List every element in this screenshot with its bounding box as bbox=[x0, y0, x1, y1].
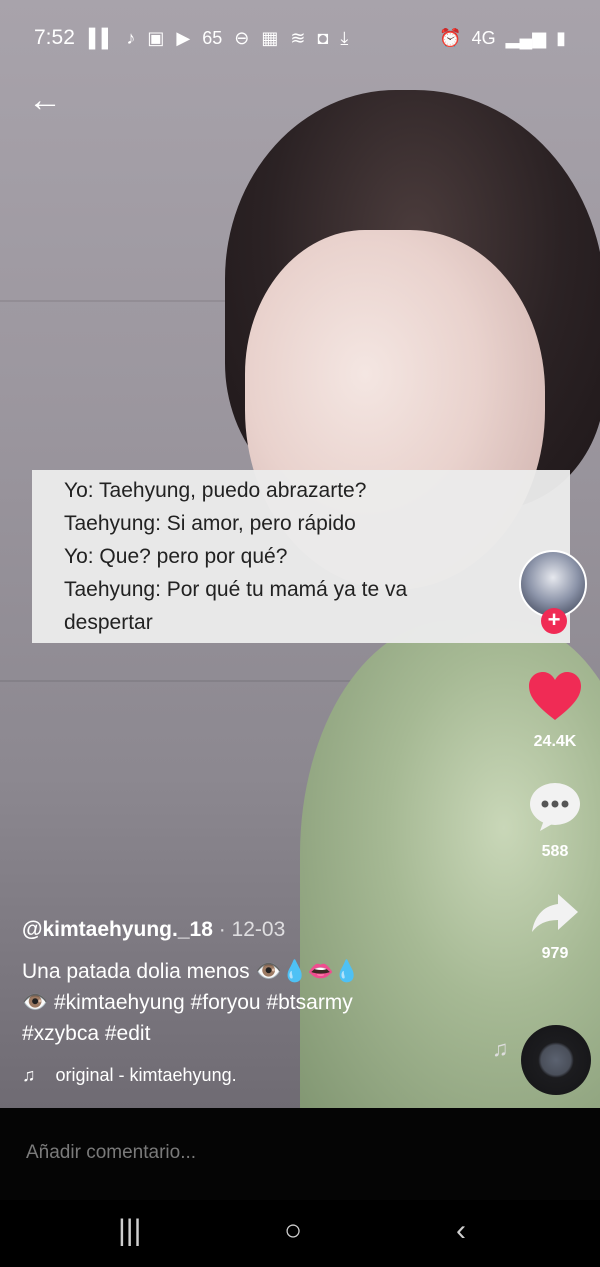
description-line[interactable]: #xzybca #edit bbox=[22, 1018, 492, 1049]
follow-plus-icon[interactable]: + bbox=[541, 608, 567, 634]
status-right-icons: ⏰ 4G ▂▄▆ ▮ bbox=[439, 28, 566, 49]
a-icon: ▣ bbox=[147, 27, 165, 48]
creator-avatar-button[interactable]: + bbox=[519, 550, 591, 640]
music-title[interactable]: original - kimtaehyung. bbox=[56, 1065, 237, 1086]
comment-icon[interactable] bbox=[528, 782, 582, 832]
android-nav-bar: ||| ○ ‹ bbox=[0, 1200, 600, 1267]
status-left-icons: ▌▌ ♪ ▣ ▶ 65 ⊖ ▦ ≋ ◘ ⤓ bbox=[89, 28, 348, 49]
username-row: @kimtaehyung._18 · 12-03 bbox=[22, 918, 492, 942]
floating-music-note-icon: ♫ bbox=[492, 1036, 509, 1061]
youtube-icon: ▶ bbox=[176, 27, 191, 48]
overlay-line: Yo: Que? pero por qué? bbox=[64, 545, 288, 568]
overlay-line: despertar bbox=[64, 611, 153, 634]
post-date: · 12-03 bbox=[218, 918, 286, 941]
share-button[interactable]: 979 bbox=[520, 892, 590, 963]
alarm-icon: ⏰ bbox=[439, 27, 462, 48]
overlay-line: Taehyung: Por qué tu mamá ya te va bbox=[64, 578, 408, 601]
status-time: 7:52 bbox=[34, 26, 75, 49]
shield-icon: ◘ bbox=[317, 27, 329, 48]
nav-back-icon[interactable]: ‹ bbox=[456, 1214, 466, 1248]
music-disc-button[interactable] bbox=[521, 1025, 591, 1095]
comment-count: 588 bbox=[541, 843, 569, 860]
comment-button[interactable]: 588 bbox=[520, 782, 590, 861]
overlay-line: Taehyung: Si amor, pero rápido bbox=[64, 512, 356, 535]
like-button[interactable]: 24.4K bbox=[520, 670, 590, 751]
overlay-line: Yo: Taehyung, puedo abrazarte? bbox=[64, 479, 367, 502]
description-line: Una patada dolia menos 👁️💧👄💧 bbox=[22, 960, 361, 983]
heart-icon[interactable] bbox=[527, 670, 583, 722]
music-row[interactable]: ♫ original - kimtaehyung. bbox=[22, 1065, 492, 1086]
post-meta: @kimtaehyung._18 · 12-03 Una patada doli… bbox=[22, 918, 492, 1086]
bts-icon: ▌▌ bbox=[88, 27, 115, 48]
signal-icon: ▂▄▆ bbox=[505, 27, 547, 48]
music-note-icon: ♫ bbox=[22, 1065, 36, 1085]
home-icon[interactable]: ○ bbox=[284, 1214, 302, 1248]
download-icon: ⤓ bbox=[340, 27, 349, 48]
comment-input[interactable]: Añadir comentario... bbox=[26, 1142, 196, 1164]
back-arrow-icon[interactable]: ← bbox=[28, 82, 64, 118]
like-count: 24.4K bbox=[533, 733, 577, 750]
share-arrow-icon[interactable] bbox=[530, 892, 580, 934]
wifi-icon: ≋ bbox=[290, 27, 306, 48]
share-count: 979 bbox=[541, 945, 569, 962]
comment-bar[interactable]: Añadir comentario... bbox=[0, 1108, 600, 1200]
video-text-overlay: Yo: Taehyung, puedo abrazarte? Taehyung:… bbox=[32, 470, 570, 643]
tiktok-icon: ♪ bbox=[126, 27, 136, 48]
description-line[interactable]: 👁️ #kimtaehyung #foryou #btsarmy bbox=[22, 987, 492, 1018]
username-link[interactable]: @kimtaehyung._18 bbox=[22, 918, 213, 941]
dnd-icon: ⊖ bbox=[234, 27, 250, 48]
weather-65-icon: 65 bbox=[202, 27, 223, 48]
network-icon: 4G bbox=[471, 27, 496, 48]
battery-icon: ▮ bbox=[556, 27, 566, 48]
recent-apps-icon[interactable]: ||| bbox=[118, 1214, 141, 1248]
status-bar: 7:52 ▌▌ ♪ ▣ ▶ 65 ⊖ ▦ ≋ ◘ ⤓ ⏰ 4G ▂▄▆ ▮ bbox=[0, 0, 600, 76]
post-description: Una patada dolia menos 👁️💧👄💧 👁️ #kimtaeh… bbox=[22, 956, 492, 1049]
gallery-icon: ▦ bbox=[261, 27, 279, 48]
